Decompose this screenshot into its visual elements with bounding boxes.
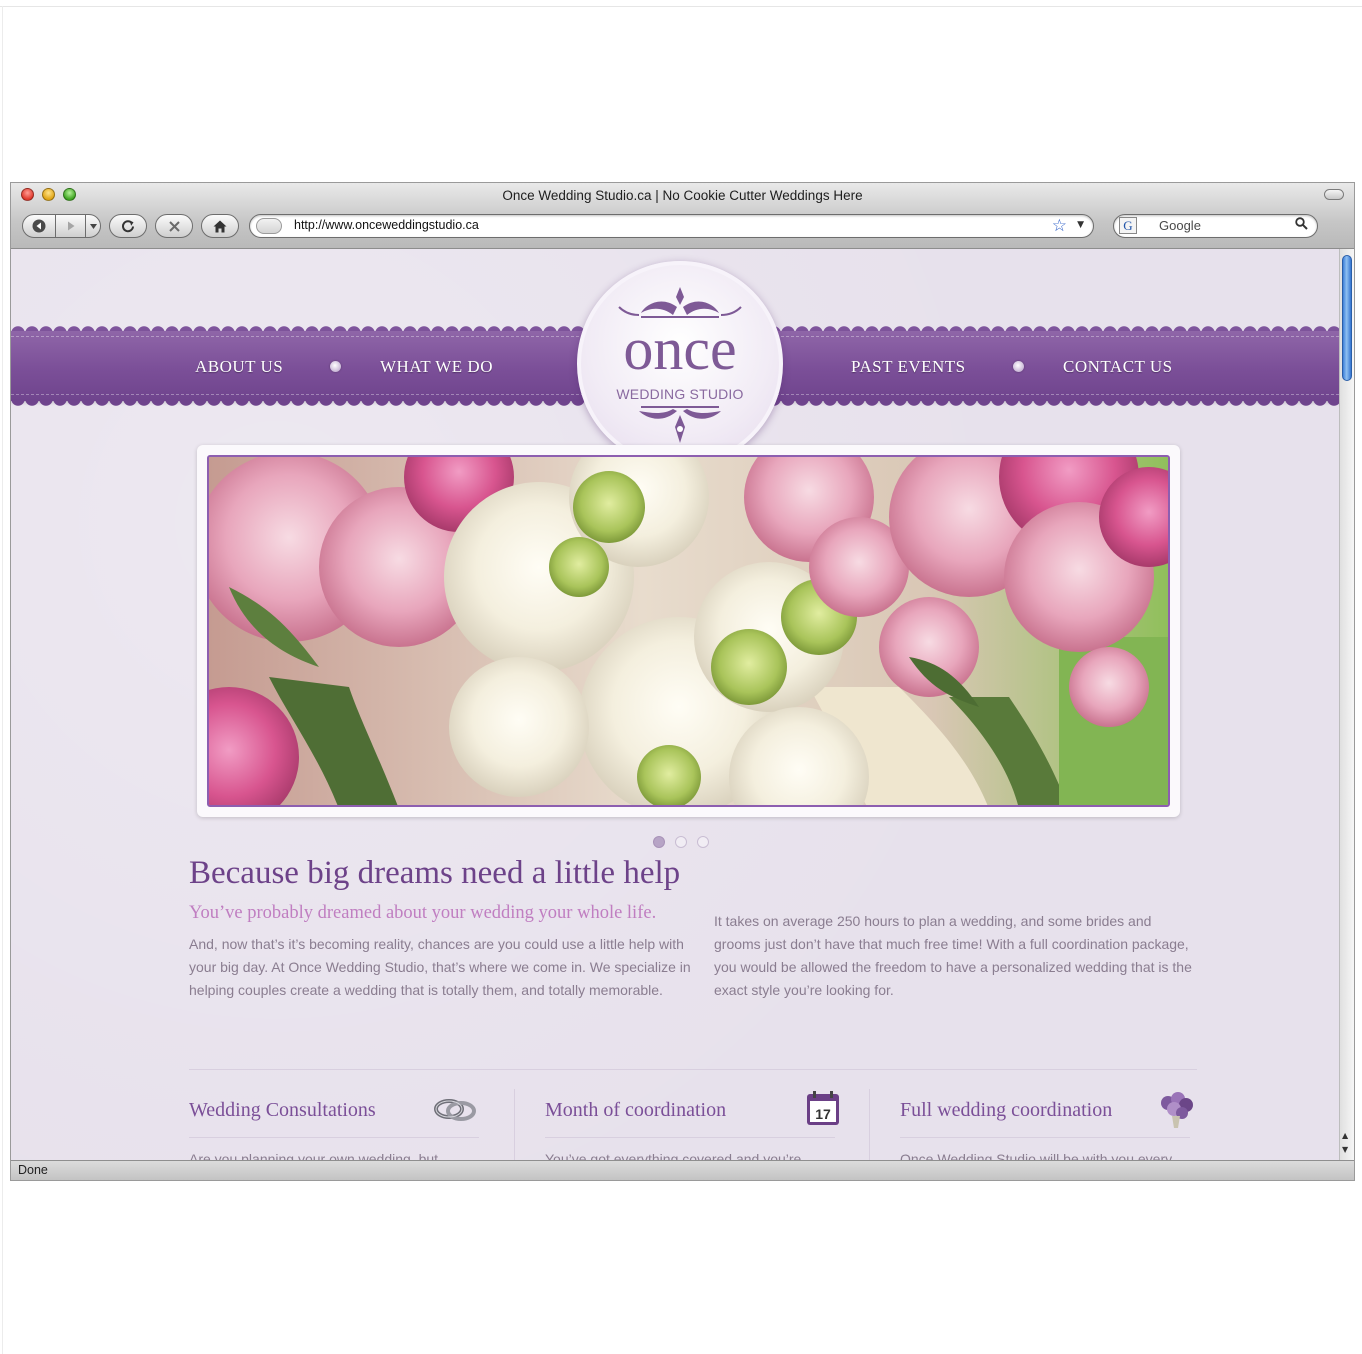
search-placeholder: Google <box>1159 218 1201 233</box>
bouquet-icon <box>1161 1092 1193 1128</box>
back-arrow-icon <box>32 219 46 233</box>
feature-underline <box>189 1137 479 1138</box>
logo-ornament-bottom-icon <box>639 406 721 443</box>
home-icon <box>213 220 227 232</box>
feature-title[interactable]: Month of coordination <box>545 1099 726 1122</box>
feature-description: Once Wedding Studio will be with you eve… <box>900 1151 1173 1160</box>
rings-icon <box>434 1099 476 1121</box>
feature-full-wedding-coordination[interactable]: Full wedding coordination Once Wedding S… <box>900 1089 1200 1160</box>
feature-title[interactable]: Wedding Consultations <box>189 1099 376 1122</box>
forward-arrow-icon <box>67 221 74 231</box>
bookmark-star-icon[interactable]: ☆ <box>1052 216 1067 236</box>
url-text[interactable]: http://www.onceweddingstudio.ca <box>294 218 479 232</box>
vertical-scrollbar[interactable]: ▲ ▼ <box>1339 249 1354 1160</box>
page-left-rule <box>2 6 3 1354</box>
feature-description: You’ve got everything covered and you’re <box>545 1151 802 1160</box>
nav-divider-dot <box>1013 361 1024 372</box>
browser-window: Once Wedding Studio.ca | No Cookie Cutte… <box>10 182 1355 1181</box>
url-dropdown-icon[interactable]: ▼ <box>1077 220 1084 230</box>
peony-bouquet-image <box>209 457 1168 805</box>
slider-dot-3[interactable] <box>697 836 709 848</box>
feature-month-of-coordination[interactable]: Month of coordination 17 You’ve got ever… <box>545 1089 845 1160</box>
logo-wordmark: once <box>623 316 737 382</box>
intro-paragraph-left: And, now that’s it’s becoming reality, c… <box>189 936 691 998</box>
feature-separator <box>514 1089 515 1160</box>
toolbar-toggle-button[interactable] <box>1324 189 1344 200</box>
forward-button[interactable] <box>55 214 86 238</box>
hero-slider <box>197 445 1180 817</box>
page-headline: Because big dreams need a little help <box>189 855 681 891</box>
page-top-rule <box>0 6 1362 7</box>
page-subheadline: You’ve probably dreamed about your weddi… <box>189 903 657 923</box>
nav-link-contact-us[interactable]: CONTACT US <box>1063 357 1173 377</box>
slider-dot-1[interactable] <box>653 836 665 848</box>
slider-pagination <box>653 836 723 850</box>
chevron-down-icon <box>89 223 97 229</box>
intro-paragraph-right: It takes on average 250 hours to plan a … <box>714 913 1192 998</box>
browser-titlebar: Once Wedding Studio.ca | No Cookie Cutte… <box>11 183 1354 249</box>
site-logo[interactable]: once WEDDING STUDIO <box>577 261 783 467</box>
nav-link-past-events[interactable]: PAST EVENTS <box>851 357 966 377</box>
section-divider <box>189 1069 1197 1070</box>
feature-wedding-consultations[interactable]: Wedding Consultations Are you planning y… <box>189 1089 489 1160</box>
home-button[interactable] <box>201 214 239 238</box>
scroll-down-arrow-icon[interactable]: ▼ <box>1342 1145 1348 1154</box>
reload-button[interactable] <box>109 214 147 238</box>
search-engine-icon[interactable]: G <box>1119 217 1137 234</box>
window-title: Once Wedding Studio.ca | No Cookie Cutte… <box>502 188 863 203</box>
scrollbar-thumb[interactable] <box>1342 255 1352 381</box>
slider-dot-2[interactable] <box>675 836 687 848</box>
address-bar[interactable]: http://www.onceweddingstudio.ca ☆ ▼ <box>249 214 1094 238</box>
scroll-up-arrow-icon[interactable]: ▲ <box>1342 1131 1348 1140</box>
hero-image-flowers <box>207 455 1170 807</box>
history-dropdown-button[interactable] <box>85 214 101 238</box>
search-input[interactable]: G Google <box>1113 214 1318 238</box>
page-viewport: ABOUT US WHAT WE DO PAST EVENTS CONTACT … <box>11 249 1339 1160</box>
close-icon <box>168 220 180 232</box>
logo-tagline: WEDDING STUDIO <box>616 386 744 402</box>
reload-icon <box>122 220 134 233</box>
status-text: Done <box>18 1163 48 1177</box>
nav-link-what-we-do[interactable]: WHAT WE DO <box>380 357 493 377</box>
calendar-icon: 17 <box>807 1091 839 1125</box>
calendar-day-number: 17 <box>815 1106 831 1122</box>
site-identity-icon[interactable] <box>256 218 282 234</box>
feature-separator <box>869 1089 870 1160</box>
feature-underline <box>545 1137 835 1138</box>
feature-underline <box>900 1137 1190 1138</box>
feature-description: Are you planning your own wedding, but <box>189 1151 439 1160</box>
nav-divider-dot <box>330 361 341 372</box>
status-bar: Done <box>11 1160 1354 1180</box>
back-button[interactable] <box>22 214 56 238</box>
nav-link-about-us[interactable]: ABOUT US <box>195 357 283 377</box>
feature-title[interactable]: Full wedding coordination <box>900 1099 1112 1122</box>
search-icon[interactable] <box>1295 216 1308 234</box>
stop-button[interactable] <box>155 214 193 238</box>
